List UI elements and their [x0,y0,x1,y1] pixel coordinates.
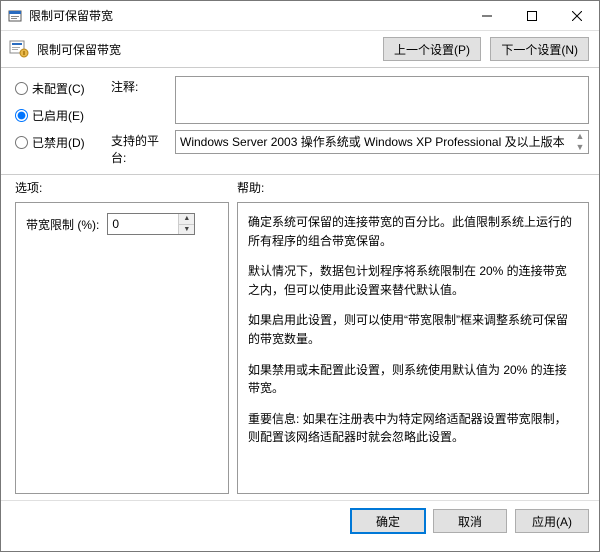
app-icon [7,8,23,24]
titlebar: 限制可保留带宽 [1,1,599,31]
section-labels: 选项: 帮助: [1,175,599,202]
apply-button[interactable]: 应用(A) [515,509,589,533]
help-text: 如果禁用或未配置此设置，则系统使用默认值为 20% 的连接带宽。 [248,361,578,398]
prev-setting-button[interactable]: 上一个设置(P) [383,37,481,61]
radio-enabled[interactable]: 已启用(E) [15,107,111,124]
radio-enabled-label: 已启用(E) [32,107,84,124]
config-area: 未配置(C) 已启用(E) 已禁用(D) 注释: 支持的平台: Windows … [1,68,599,175]
options-section-label: 选项: [15,179,237,196]
comment-label: 注释: [111,76,169,95]
bandwidth-limit-spinner[interactable]: ▲ ▼ [107,213,195,235]
window-title: 限制可保留带宽 [29,7,464,24]
policy-icon [7,37,31,61]
radio-not-configured[interactable]: 未配置(C) [15,80,111,97]
help-text: 重要信息: 如果在注册表中为特定网络适配器设置带宽限制，则配置该网络适配器时就会… [248,410,578,447]
platform-label: 支持的平台: [111,130,169,166]
help-text: 如果启用此设置，则可以使用“带宽限制”框来调整系统可保留的带宽数量。 [248,311,578,348]
state-radios: 未配置(C) 已启用(E) 已禁用(D) [15,76,111,166]
radio-enabled-input[interactable] [15,109,28,122]
help-text: 确定系统可保留的连接带宽的百分比。此值限制系统上运行的所有程序的组合带宽保留。 [248,213,578,250]
minimize-button[interactable] [464,1,509,30]
radio-disabled[interactable]: 已禁用(D) [15,134,111,151]
close-button[interactable] [554,1,599,30]
help-text: 默认情况下，数据包计划程序将系统限制在 20% 的连接带宽之内，但可以使用此设置… [248,262,578,299]
dialog-footer: 确定 取消 应用(A) [1,500,599,541]
options-panel: 带宽限制 (%): ▲ ▼ [15,202,229,494]
maximize-button[interactable] [509,1,554,30]
help-section-label: 帮助: [237,179,589,196]
bandwidth-limit-label: 带宽限制 (%): [26,216,99,233]
radio-disabled-label: 已禁用(D) [32,134,85,151]
comment-textarea[interactable] [175,76,589,124]
radio-not-configured-label: 未配置(C) [32,80,85,97]
window-controls [464,1,599,30]
radio-not-configured-input[interactable] [15,82,28,95]
spinner-down[interactable]: ▼ [179,225,194,235]
platform-value: Windows Server 2003 操作系统或 Windows XP Pro… [180,135,565,149]
platform-field: Windows Server 2003 操作系统或 Windows XP Pro… [175,130,589,154]
next-setting-button[interactable]: 下一个设置(N) [490,37,589,61]
platform-scroll[interactable]: ▲▼ [573,132,587,152]
policy-header: 限制可保留带宽 上一个设置(P) 下一个设置(N) [1,31,599,68]
bandwidth-limit-input[interactable] [108,214,178,234]
help-panel: 确定系统可保留的连接带宽的百分比。此值限制系统上运行的所有程序的组合带宽保留。 … [237,202,589,494]
spinner-up[interactable]: ▲ [179,214,194,225]
ok-button[interactable]: 确定 [351,509,425,533]
cancel-button[interactable]: 取消 [433,509,507,533]
panels: 带宽限制 (%): ▲ ▼ 确定系统可保留的连接带宽的百分比。此值限制系统上运行… [1,202,599,494]
radio-disabled-input[interactable] [15,136,28,149]
policy-title: 限制可保留带宽 [37,41,377,58]
